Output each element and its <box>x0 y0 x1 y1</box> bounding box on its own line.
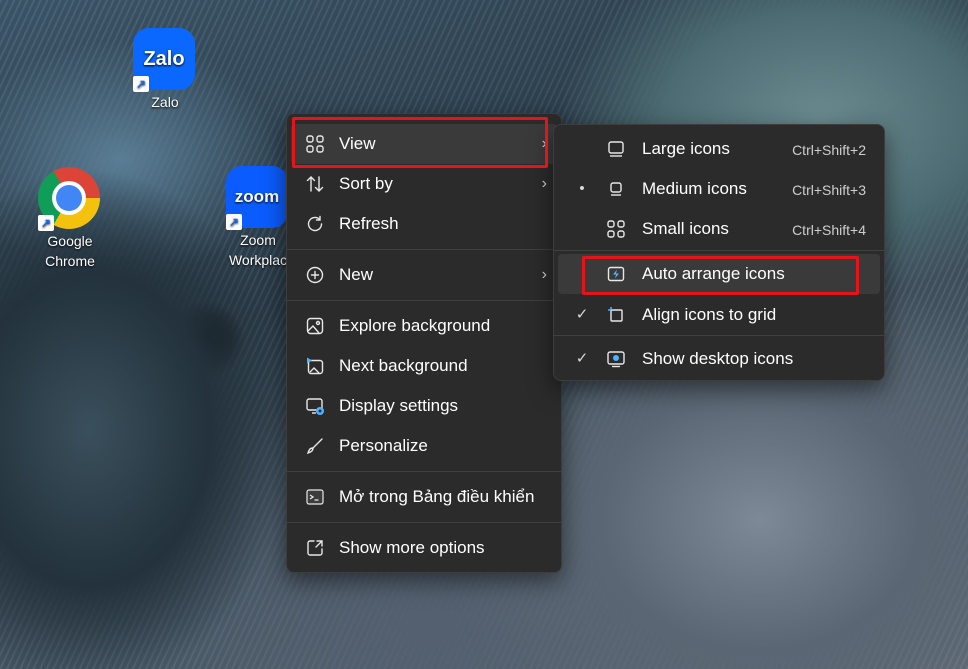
small-icons-icon <box>606 219 626 239</box>
submenu-item-label: Medium icons <box>642 179 747 198</box>
menu-item-sort-by[interactable]: Sort by › <box>291 164 557 204</box>
menu-item-show-more-options[interactable]: Show more options <box>291 528 557 568</box>
menu-item-label: Personalize <box>339 436 428 455</box>
menu-item-refresh[interactable]: Refresh <box>291 204 557 244</box>
refresh-icon <box>305 214 325 234</box>
submenu-item-label: Auto arrange icons <box>642 264 785 283</box>
keyboard-shortcut: Ctrl+Shift+3 <box>792 182 866 198</box>
submenu-item-label: Small icons <box>642 219 729 238</box>
desktop-icon-label: Zalo <box>151 94 179 110</box>
menu-item-display-settings[interactable]: Display settings <box>291 386 557 426</box>
keyboard-shortcut: Ctrl+Shift+4 <box>792 222 866 238</box>
auto-arrange-icon <box>606 264 626 284</box>
desktop-icon-label-line2: Chrome <box>45 253 95 269</box>
submenu-item-auto-arrange-icons[interactable]: Auto arrange icons <box>558 254 880 294</box>
medium-icons-icon <box>606 179 626 199</box>
chevron-right-icon: › <box>541 175 547 192</box>
submenu-item-label: Show desktop icons <box>642 349 794 368</box>
chevron-right-icon: › <box>541 266 547 283</box>
shortcut-arrow-icon: ↗ <box>226 214 242 230</box>
menu-separator <box>287 471 561 472</box>
menu-item-personalize[interactable]: Personalize <box>291 426 557 466</box>
menu-item-label: Show more options <box>339 538 485 557</box>
submenu-item-medium-icons[interactable]: • Medium icons Ctrl+Shift+3 <box>558 169 880 209</box>
view-submenu: Large icons Ctrl+Shift+2 • Medium icons … <box>553 124 885 381</box>
chevron-right-icon: › <box>541 135 547 152</box>
show-desktop-icon <box>606 349 626 369</box>
menu-item-new[interactable]: New › <box>291 255 557 295</box>
menu-item-label: New <box>339 265 374 284</box>
menu-item-label: Refresh <box>339 214 399 233</box>
large-icons-icon <box>606 139 626 159</box>
keyboard-shortcut: Ctrl+Shift+2 <box>792 142 866 158</box>
menu-item-view[interactable]: View › <box>291 124 557 164</box>
menu-item-label: Mở trong Bảng điều khiển <box>339 487 535 506</box>
menu-separator <box>287 522 561 523</box>
menu-item-label: Next background <box>339 356 468 375</box>
submenu-item-label: Align icons to grid <box>642 305 777 324</box>
menu-item-explore-background[interactable]: Explore background <box>291 306 557 346</box>
desktop-icon-chrome[interactable]: ↗ Google Chrome <box>30 167 110 271</box>
submenu-item-label: Large icons <box>642 139 730 158</box>
menu-item-label: View <box>339 134 376 153</box>
submenu-item-show-desktop-icons[interactable]: ✓ Show desktop icons <box>558 339 880 379</box>
shortcut-arrow-icon: ↗ <box>133 76 149 92</box>
next-image-icon <box>305 356 325 376</box>
image-icon <box>305 316 325 336</box>
menu-separator <box>554 335 884 336</box>
terminal-icon <box>305 487 325 507</box>
sort-icon <box>305 174 325 194</box>
menu-separator <box>554 250 884 251</box>
expand-icon <box>305 538 325 558</box>
desktop-context-menu: View › Sort by › Refresh New › Explore b… <box>286 113 562 573</box>
submenu-item-small-icons[interactable]: Small icons Ctrl+Shift+4 <box>558 209 880 249</box>
grid-icon <box>305 134 325 154</box>
menu-item-next-background[interactable]: Next background <box>291 346 557 386</box>
display-settings-icon <box>305 396 325 416</box>
selection-bullet: • <box>579 180 585 197</box>
submenu-item-large-icons[interactable]: Large icons Ctrl+Shift+2 <box>558 129 880 169</box>
checkmark-icon: ✓ <box>575 350 589 367</box>
checkmark-icon: ✓ <box>575 306 589 323</box>
submenu-item-align-icons-to-grid[interactable]: ✓ Align icons to grid <box>558 295 880 335</box>
menu-item-open-terminal[interactable]: Mở trong Bảng điều khiển <box>291 477 557 517</box>
menu-item-label: Sort by <box>339 174 393 193</box>
desktop-icon-label-line1: Google <box>47 233 93 249</box>
shortcut-arrow-icon: ↗ <box>38 215 54 231</box>
plus-circle-icon <box>305 265 325 285</box>
align-grid-icon <box>606 305 626 325</box>
brush-icon <box>305 436 325 456</box>
menu-separator <box>287 300 561 301</box>
menu-separator <box>287 249 561 250</box>
menu-item-label: Explore background <box>339 316 491 335</box>
desktop-icon-zalo[interactable]: Zalo ↗ Zalo <box>125 28 205 112</box>
menu-item-label: Display settings <box>339 396 459 415</box>
